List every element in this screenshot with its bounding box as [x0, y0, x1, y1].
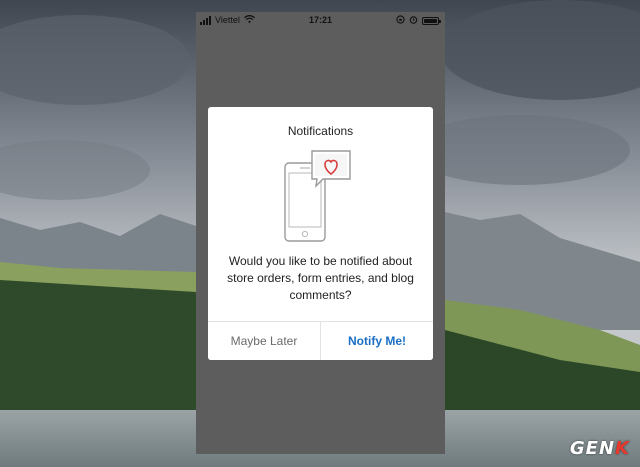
notify-me-button[interactable]: Notify Me!: [321, 322, 433, 360]
dialog-actions: Maybe Later Notify Me!: [208, 321, 433, 360]
notifications-dialog: Notifications Would you like to be notif…: [208, 107, 433, 360]
alarm-icon: [409, 15, 418, 26]
dialog-title: Notifications: [287, 124, 354, 138]
status-bar-right: [396, 15, 441, 26]
genk-watermark-logo: GENK: [570, 438, 630, 459]
phone-screen: Viettel 17:21 Notifications Would you li…: [196, 12, 445, 454]
battery-icon: [422, 16, 441, 25]
watermark-suffix: K: [615, 438, 630, 459]
lock-rotation-icon: [396, 15, 405, 26]
maybe-later-button[interactable]: Maybe Later: [208, 322, 321, 360]
status-bar: Viettel 17:21: [196, 12, 445, 30]
phone-with-heart-message-icon: [283, 146, 363, 242]
dialog-message: Would you like to be notified about stor…: [227, 254, 414, 302]
watermark-prefix: GEN: [569, 438, 616, 459]
